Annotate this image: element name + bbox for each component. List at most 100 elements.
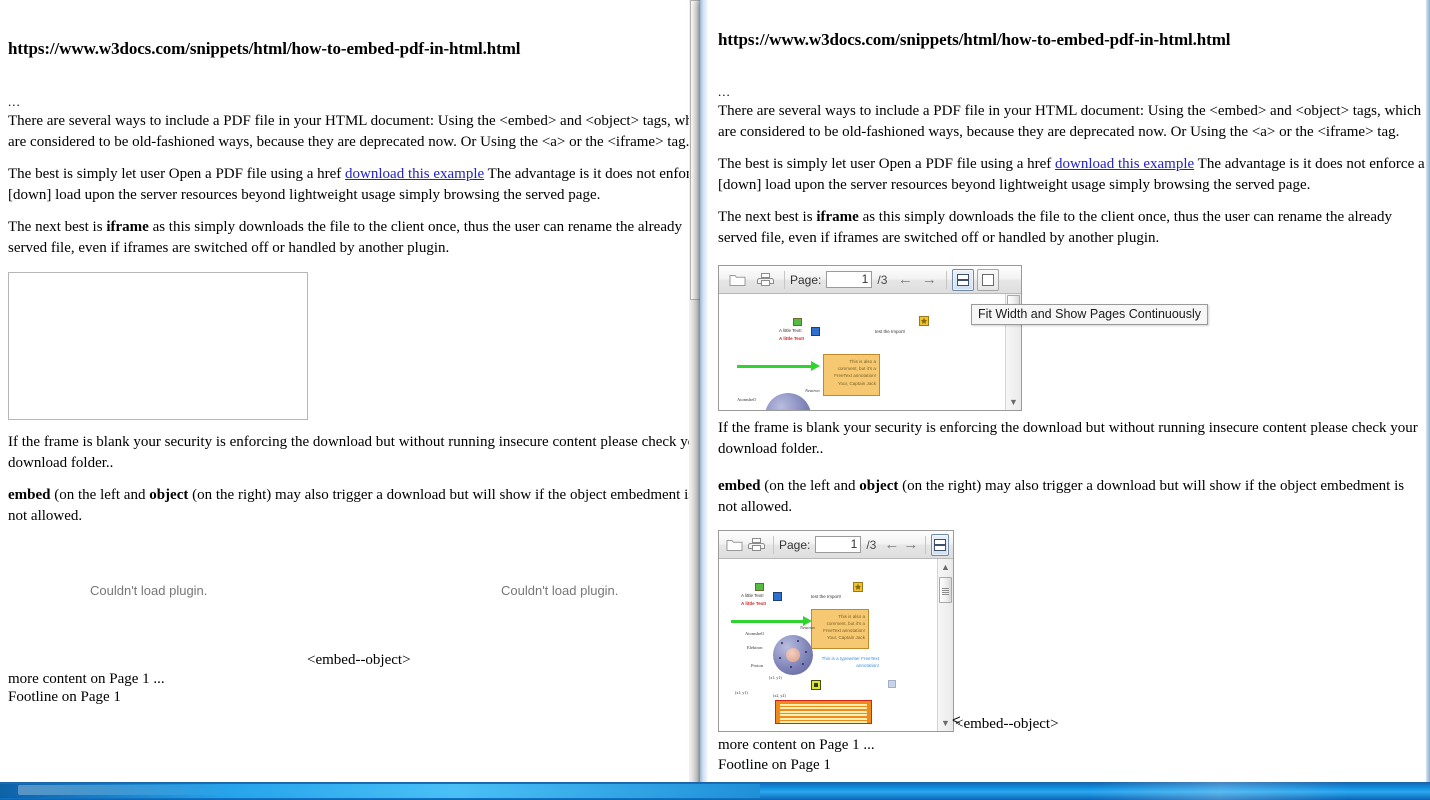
- paragraph-2-right: The best is simply let user Open a PDF f…: [718, 154, 1425, 195]
- object-keyword: object: [149, 487, 189, 503]
- arrow-right-icon-2[interactable]: →: [901, 534, 920, 556]
- iframe-keyword: iframe: [106, 219, 149, 235]
- pdf-label-a-little-text-2b: A little Text!: [741, 601, 767, 606]
- fit-page-icon[interactable]: [977, 268, 1000, 291]
- freetext-annotation-note: This is also a comment, but it's a FreeT…: [823, 354, 880, 396]
- typewriter-line-1: This is a typewriter FreeText: [821, 656, 879, 661]
- pdf-scrollbar-2[interactable]: ▲ ▼: [937, 559, 953, 731]
- pdf-scrollbar-thumb-2[interactable]: [939, 577, 952, 603]
- paragraph-3-left: The next best is iframe as this simply d…: [8, 217, 705, 258]
- paragraph-5-suffix: (on the right) may also trigger a downlo…: [188, 487, 695, 503]
- scroll-down-arrow-icon-1[interactable]: ▼: [1006, 394, 1021, 410]
- toolbar-separator-3: [773, 535, 774, 554]
- foreground-browser-window[interactable]: https://www.w3docs.com/snippets/html/how…: [700, 0, 1430, 790]
- windows-taskbar[interactable]: [0, 782, 1430, 800]
- pdf-viewer-iframe[interactable]: Page: /3 ← →: [718, 265, 1022, 411]
- object-plugin-error: Couldn't load plugin.: [501, 583, 619, 598]
- note-line-1: This is also a: [849, 359, 876, 364]
- embed-plugin-error: Couldn't load plugin.: [90, 583, 208, 598]
- download-this-example-link[interactable]: download this example: [345, 166, 484, 182]
- paragraph-3-line-1-right: The next best is iframe as this simply d…: [718, 209, 1392, 225]
- paragraph-2-line-1: The best is simply let user Open a PDF f…: [8, 166, 705, 182]
- pdf-label-test-import-2: test the Import!: [811, 594, 842, 599]
- paragraph-3-prefix: The next best is: [8, 219, 107, 235]
- arrow-left-icon-2[interactable]: ←: [882, 534, 901, 556]
- blue-sticky-note-icon: [811, 327, 820, 336]
- paragraph-4-line-2-right: download folder..: [718, 440, 824, 457]
- pdf-label-a-little-text-2: A little Text!: [779, 336, 805, 341]
- pdf-toolbar-2[interactable]: Page: /3 ← →: [719, 531, 953, 559]
- paragraph-2-suffix-right: The advantage is it does not enforce a: [1194, 156, 1425, 172]
- footer-line-2-right: Footline on Page 1: [718, 757, 831, 773]
- pdf-label-a-little-text-b: A little Text!: [741, 593, 764, 598]
- yellow-green-note-icon: [811, 680, 821, 690]
- green-arrow-head: [811, 361, 820, 371]
- note-line-2b: comment, but it's a: [826, 621, 865, 626]
- folder-open-icon-2[interactable]: [723, 533, 746, 557]
- scroll-down-arrow-icon-2[interactable]: ▼: [938, 715, 953, 731]
- paragraph-4-left: If the frame is blank your security is e…: [8, 432, 705, 473]
- paragraph-2-left: The best is simply let user Open a PDF f…: [8, 164, 705, 205]
- paragraph-3-right: The next best is iframe as this simply d…: [718, 207, 1418, 248]
- typewriter-line-2: annotation!: [856, 663, 879, 668]
- atom-label-atomshell-2: Atomshell: [745, 631, 764, 636]
- coord-label-x1y1: (x1, y1): [735, 690, 748, 695]
- scrollbar-grip-icon: [942, 587, 949, 595]
- paragraph-5-mid-right: (on the left and: [760, 478, 860, 494]
- paragraph-2-line-2-right: [down] load upon the server resources be…: [718, 176, 1311, 193]
- taskbar-buttons-area[interactable]: [18, 785, 228, 795]
- pdf-body-text: For a long time pdf users often the reas…: [743, 730, 913, 731]
- background-browser-window[interactable]: https://www.w3docs.com/snippets/html/how…: [0, 0, 705, 782]
- window-frame-right: [1426, 0, 1430, 790]
- page-label-2: Page:: [778, 537, 811, 552]
- arrow-left-icon-1[interactable]: ←: [893, 269, 917, 291]
- pdf-viewer-embed[interactable]: Page: /3 ← → A little Text!: [718, 530, 954, 732]
- printer-icon[interactable]: [751, 268, 779, 292]
- pdf-toolbar-1[interactable]: Page: /3 ← →: [719, 266, 1021, 294]
- note-line-4b: Your, Captain Jack: [826, 635, 865, 640]
- page-number-input-1[interactable]: [826, 271, 873, 288]
- yellow-star-note-icon-2: [853, 582, 863, 592]
- pdf-label-a-little-text: A little Text!: [779, 328, 802, 333]
- window-frame-left: [700, 0, 708, 790]
- iframe-embed-placeholder[interactable]: [8, 272, 308, 420]
- footer-line-2-left: Footline on Page 1: [8, 689, 121, 705]
- paragraph-1-line-1-right: There are several ways to include a PDF …: [718, 103, 1422, 119]
- paragraph-5-mid: (on the left and: [50, 487, 150, 503]
- atom-nucleus: [786, 648, 800, 662]
- faded-note-icon: [888, 680, 896, 688]
- ellipsis-right: ...: [718, 84, 731, 99]
- red-highlight-annotation: [775, 700, 872, 724]
- green-arrow-line-2: [731, 620, 805, 623]
- freetext-annotation-note-2: This is also a comment, but it's a FreeT…: [811, 609, 869, 649]
- fit-width-tooltip: Fit Width and Show Pages Continuously: [971, 304, 1209, 325]
- atom-diagram-partial: [765, 393, 811, 410]
- iframe-keyword-right: iframe: [816, 209, 859, 225]
- taskbar-sheen: [1087, 782, 1353, 800]
- paragraph-5-left: embed (on the left and object (on the ri…: [8, 485, 705, 526]
- fit-width-continuous-icon-2[interactable]: [931, 533, 950, 556]
- atom-label-neutron: Neutron: [805, 388, 820, 393]
- atom-label-neutron-2: Neutron: [800, 625, 815, 630]
- yellow-star-note-icon: [919, 316, 929, 326]
- embed-keyword: embed: [8, 487, 51, 503]
- paragraph-3-line-2-right: served file, even if iframes are switche…: [718, 229, 1160, 246]
- page-title-left: https://www.w3docs.com/snippets/html/how…: [8, 39, 521, 58]
- pdf-page-render-1: A little Text! A little Text! test the I…: [729, 294, 999, 410]
- page-label-1: Page:: [790, 272, 822, 287]
- scroll-up-arrow-icon-2[interactable]: ▲: [938, 559, 953, 575]
- folder-open-icon[interactable]: [723, 268, 751, 292]
- toolbar-separator-4: [925, 535, 927, 554]
- note-line-1b: This is also a: [838, 614, 865, 619]
- fit-width-continuous-icon[interactable]: [952, 268, 975, 291]
- pdf-page-viewport-2[interactable]: A little Text! A little Text! test the I…: [719, 559, 953, 731]
- paragraph-4-line-1: If the frame is blank your security is e…: [8, 434, 705, 450]
- page-number-input-2[interactable]: [815, 536, 862, 553]
- download-this-example-link-right[interactable]: download this example: [1055, 156, 1194, 172]
- paragraph-3-prefix-right: The next best is: [718, 209, 817, 225]
- arrow-right-icon-1[interactable]: →: [917, 269, 941, 291]
- printer-icon-2[interactable]: [746, 533, 769, 557]
- paragraph-5-line-1-right: embed (on the left and object (on the ri…: [718, 478, 1404, 494]
- paragraph-3-suffix: as this simply downloads the file to the…: [148, 219, 682, 235]
- right-document-content: https://www.w3docs.com/snippets/html/how…: [718, 0, 1425, 248]
